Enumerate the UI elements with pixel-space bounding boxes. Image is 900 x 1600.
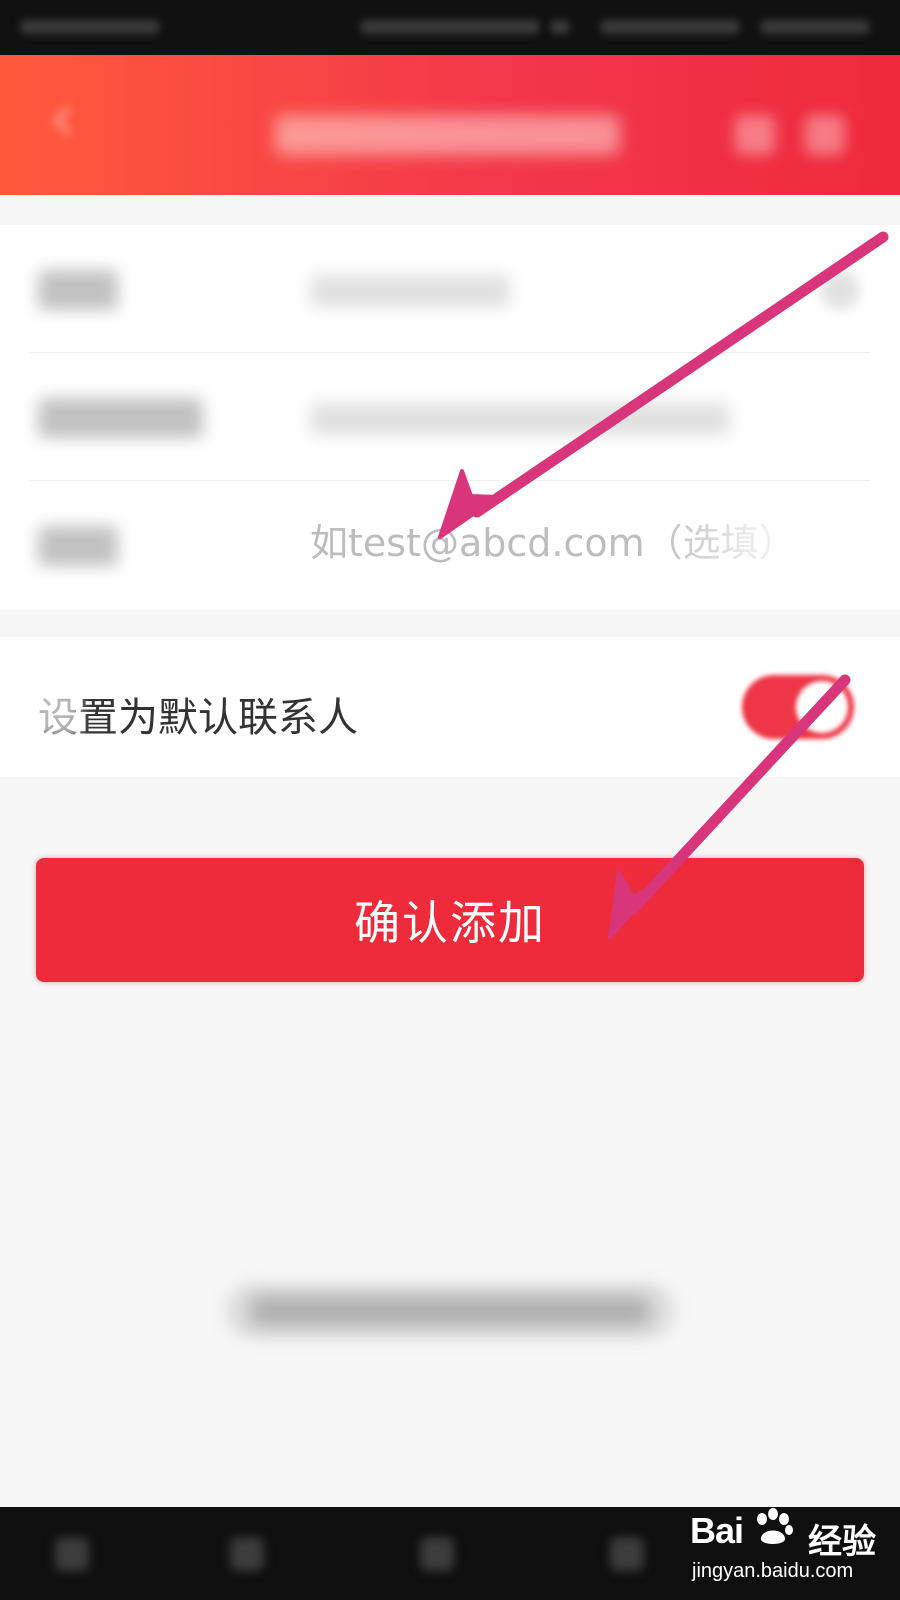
signal-icon <box>550 20 570 34</box>
email-row <box>0 481 900 609</box>
clear-icon[interactable] <box>820 270 860 310</box>
home-icon[interactable] <box>735 115 775 155</box>
phone-field[interactable] <box>310 403 730 435</box>
phone-label <box>38 398 203 438</box>
back-icon[interactable] <box>230 1537 264 1571</box>
more-icon[interactable] <box>805 115 845 155</box>
phone-row <box>0 353 900 481</box>
name-row <box>0 225 900 353</box>
header-bar <box>0 55 900 195</box>
contact-form <box>0 225 900 610</box>
network-speed <box>360 20 540 34</box>
watermark-brand: Bai <box>690 1510 744 1551</box>
watermark-suffix: 经验 <box>808 1522 876 1562</box>
email-label <box>38 526 118 566</box>
toggle-knob <box>796 681 848 733</box>
name-label <box>38 270 118 310</box>
name-field[interactable] <box>310 275 510 307</box>
menu-icon[interactable] <box>55 1537 89 1571</box>
email-input[interactable] <box>310 515 820 571</box>
bottom-link-text <box>250 1296 650 1326</box>
confirm-add-button[interactable]: 确认添加 <box>36 858 864 982</box>
default-contact-row: 设置为默认联系人 <box>0 637 900 777</box>
blur-overlay <box>30 677 80 737</box>
carrier-text <box>20 20 160 34</box>
home-button-icon[interactable] <box>420 1537 454 1571</box>
battery-time <box>760 20 870 34</box>
recent-apps-icon[interactable] <box>610 1537 644 1571</box>
baidu-watermark: Bai 经验 jingyan.baidu.com <box>690 1500 890 1595</box>
paw-icon <box>757 1508 793 1544</box>
watermark-url: jingyan.baidu.com <box>692 1560 854 1582</box>
page-title <box>275 115 620 155</box>
default-contact-label: 设置为默认联系人 <box>38 695 358 741</box>
status-bar <box>0 0 900 55</box>
status-icons <box>600 20 740 34</box>
back-arrow-icon[interactable] <box>50 107 80 137</box>
default-contact-toggle[interactable] <box>742 675 854 739</box>
